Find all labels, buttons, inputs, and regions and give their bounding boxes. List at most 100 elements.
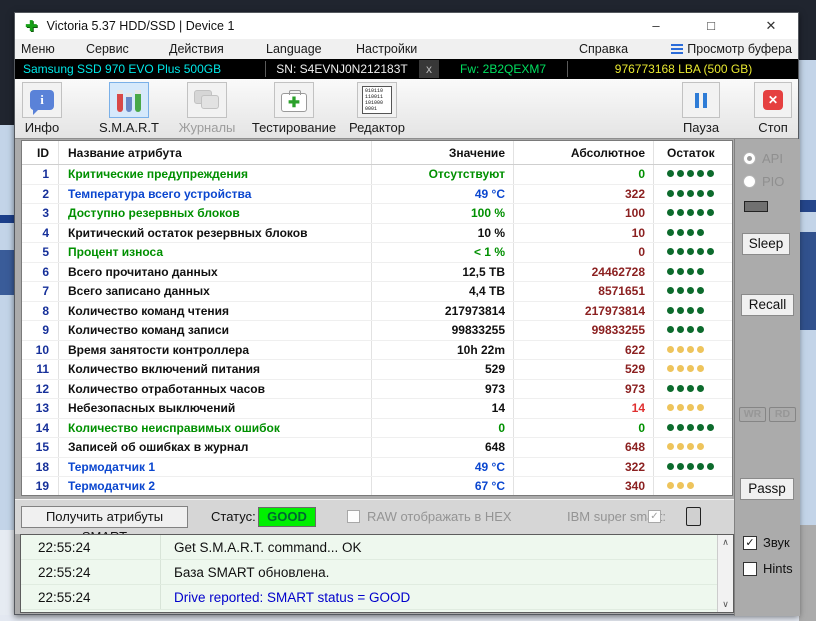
get-smart-button[interactable]: Получить атрибуты SMART (21, 506, 188, 528)
sound-checkbox[interactable]: ✓ (743, 536, 757, 550)
scroll-down-icon[interactable]: ∨ (718, 599, 733, 610)
table-row[interactable]: 7Всего записано данных4,4 TB8571651 (22, 282, 732, 302)
toolbar: i Инфо S.M.A.R.T Журналы ✚ Тестирование … (15, 79, 798, 139)
health-dot-icon (697, 326, 704, 333)
attr-health-dots (654, 399, 732, 418)
attr-id: 19 (22, 477, 59, 496)
attr-health-dots (654, 224, 732, 243)
header-health[interactable]: Остаток (654, 141, 732, 164)
editor-button[interactable]: 0101101100111010000001 Редактор (332, 82, 422, 135)
attr-health-dots (654, 204, 732, 223)
attr-health-dots (654, 243, 732, 262)
attr-id: 6 (22, 263, 59, 282)
health-dot-icon (677, 307, 684, 314)
scroll-up-icon[interactable]: ∧ (718, 537, 733, 548)
table-row[interactable]: 10Время занятости контроллера10h 22m622 (22, 341, 732, 361)
device-x-separator: x (419, 60, 439, 78)
attr-id: 12 (22, 380, 59, 399)
attr-absolute: 100 (514, 204, 654, 223)
smart-button[interactable]: S.M.A.R.T (84, 82, 174, 135)
table-row[interactable]: 13Небезопасных выключений1414 (22, 399, 732, 419)
table-row[interactable]: 3Доступно резервных блоков100 %100 (22, 204, 732, 224)
right-panel: API PIO Sleep Recall WR RD Passp ✓ Звук … (734, 139, 800, 616)
attr-health-dots (654, 438, 732, 457)
sleep-button[interactable]: Sleep (742, 233, 790, 255)
table-row[interactable]: 15Записей об ошибках в журнал648648 (22, 438, 732, 458)
table-row[interactable]: 2Температура всего устройства49 °C322 (22, 185, 732, 205)
health-dot-icon (687, 307, 694, 314)
attr-name: Всего записано данных (59, 282, 372, 301)
attr-absolute: 217973814 (514, 302, 654, 321)
passp-button[interactable]: Passp (740, 478, 794, 500)
health-dot-icon (707, 424, 714, 431)
table-row[interactable]: 9Количество команд записи998332559983325… (22, 321, 732, 341)
attr-value: 217973814 (372, 302, 514, 321)
health-dot-icon (697, 170, 704, 177)
close-button[interactable]: ✕ (754, 13, 788, 39)
minimize-button[interactable]: – (639, 13, 673, 39)
health-dot-icon (687, 190, 694, 197)
attr-health-dots (654, 282, 732, 301)
attr-value: 100 % (372, 204, 514, 223)
table-row[interactable]: 11Количество включений питания529529 (22, 360, 732, 380)
sound-checkbox-row[interactable]: ✓ Звук (743, 535, 790, 550)
attr-health-dots (654, 380, 732, 399)
health-dot-icon (677, 209, 684, 216)
log-scrollbar[interactable]: ∧ ∨ (717, 535, 733, 612)
info-button[interactable]: i Инфо (0, 82, 87, 135)
health-dot-icon (687, 443, 694, 450)
menu-item-3[interactable]: Действия (169, 39, 224, 59)
menu-item-1[interactable]: Меню (21, 39, 55, 59)
health-dot-icon (697, 424, 704, 431)
title-bar: ✚ Victoria 5.37 HDD/SSD | Device 1 – □ ✕ (15, 13, 798, 39)
table-row[interactable]: 5Процент износа< 1 %0 (22, 243, 732, 263)
header-value[interactable]: Значение (372, 141, 514, 164)
attr-health-dots (654, 185, 732, 204)
recall-button[interactable]: Recall (741, 294, 794, 316)
menu-item-5[interactable]: Настройки (356, 39, 417, 59)
hints-label: Hints (763, 561, 793, 576)
attr-health-dots (654, 458, 732, 477)
health-dot-icon (677, 482, 684, 489)
attr-health-dots (654, 165, 732, 184)
menu-item-2[interactable]: Сервис (86, 39, 129, 59)
table-row[interactable]: 18Термодатчик 149 °C322 (22, 458, 732, 478)
hints-checkbox-row[interactable]: Hints (743, 561, 793, 576)
maximize-button[interactable]: □ (694, 13, 728, 39)
header-id[interactable]: ID (22, 141, 59, 164)
background-bottom-strip (0, 615, 799, 621)
table-row[interactable]: 8Количество команд чтения217973814217973… (22, 302, 732, 322)
journals-button: Журналы (162, 82, 252, 135)
device-info-bar: Samsung SSD 970 EVO Plus 500GB SN: S4EVN… (15, 59, 798, 79)
buffer-view-label: Просмотр буфера (687, 39, 792, 59)
testing-button[interactable]: ✚ Тестирование (249, 82, 339, 135)
menu-item-6[interactable]: Справка (579, 39, 628, 59)
health-dot-icon (667, 326, 674, 333)
test-tubes-icon (117, 88, 141, 112)
table-row[interactable]: 19Термодатчик 267 °C340 (22, 477, 732, 496)
menu-item-4[interactable]: Language (266, 39, 322, 59)
attr-name: Количество команд чтения (59, 302, 372, 321)
attr-absolute: 0 (514, 165, 654, 184)
header-absolute[interactable]: Абсолютное (514, 141, 654, 164)
stop-button[interactable]: ✕ Стоп (728, 82, 816, 135)
health-dot-icon (667, 209, 674, 216)
buffer-view-button[interactable]: Просмотр буфера (671, 39, 792, 59)
table-row[interactable]: 14Количество неисправимых ошибок00 (22, 419, 732, 439)
log-time: 22:55:24 (21, 560, 161, 584)
attr-absolute: 322 (514, 185, 654, 204)
table-row[interactable]: 1Критические предупрежденияОтсутствуют0 (22, 165, 732, 185)
table-row[interactable]: 12Количество отработанных часов973973 (22, 380, 732, 400)
attr-absolute: 0 (514, 419, 654, 438)
attr-absolute: 622 (514, 341, 654, 360)
hints-checkbox[interactable] (743, 562, 757, 576)
attr-id: 10 (22, 341, 59, 360)
table-row[interactable]: 4Критический остаток резервных блоков10 … (22, 224, 732, 244)
log-time: 22:55:24 (21, 535, 161, 559)
attr-id: 18 (22, 458, 59, 477)
header-name[interactable]: Название атрибута (59, 141, 372, 164)
table-row[interactable]: 6Всего прочитано данных12,5 TB24462728 (22, 263, 732, 283)
api-label: API (762, 151, 783, 166)
health-dot-icon (677, 287, 684, 294)
health-dot-icon (677, 463, 684, 470)
